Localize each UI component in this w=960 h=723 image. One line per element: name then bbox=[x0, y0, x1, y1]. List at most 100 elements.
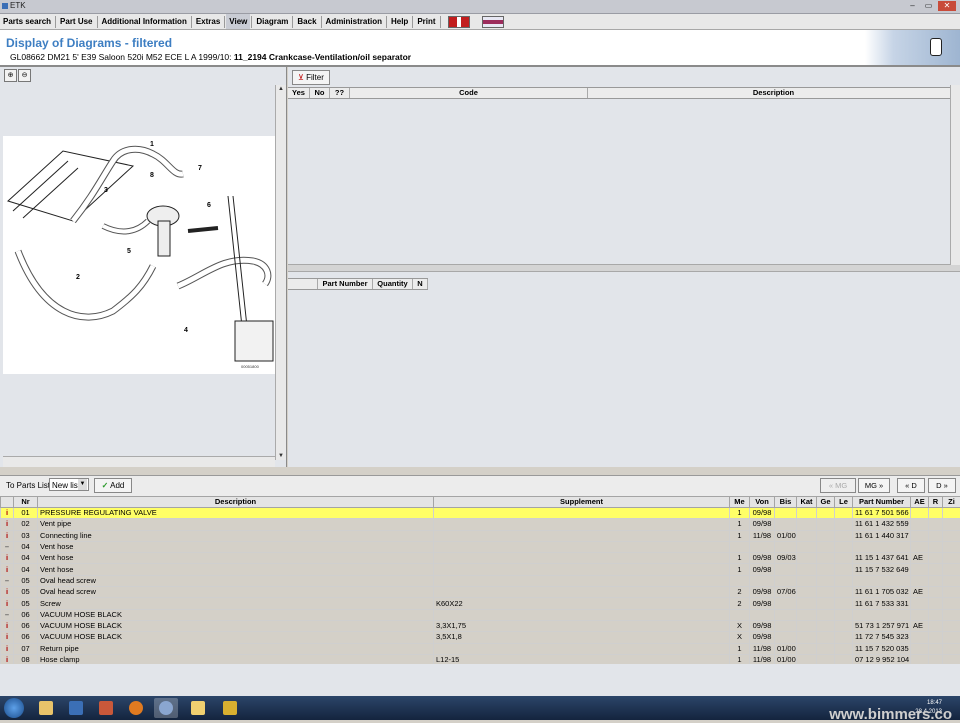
col-me[interactable]: Me bbox=[730, 497, 750, 508]
col-le[interactable]: Le bbox=[835, 497, 853, 508]
vehicle-identification-icon[interactable] bbox=[448, 16, 470, 28]
callout-4[interactable]: 4 bbox=[184, 327, 188, 334]
menu-diagram[interactable]: Diagram bbox=[253, 14, 291, 29]
table-row[interactable]: i02Vent pipe109/9811 61 1 432 559 bbox=[1, 519, 960, 530]
col-description[interactable]: Description bbox=[38, 497, 434, 508]
col-nr[interactable]: Nr bbox=[14, 497, 38, 508]
col-n[interactable]: N bbox=[413, 279, 428, 289]
close-button[interactable]: ✕ bbox=[938, 1, 956, 11]
col-kat[interactable]: Kat bbox=[797, 497, 817, 508]
taskbar-tis-icon[interactable] bbox=[64, 698, 88, 718]
col-description[interactable]: Description bbox=[588, 88, 960, 98]
next-mg-button[interactable]: MG » bbox=[858, 478, 890, 493]
callout-1[interactable]: 1 bbox=[150, 141, 154, 148]
menu-parts-search[interactable]: Parts search bbox=[0, 14, 54, 29]
cell-ge bbox=[817, 632, 835, 643]
zoom-out-icon[interactable]: ⊖ bbox=[18, 69, 31, 82]
cell-me: 2 bbox=[730, 598, 750, 609]
menu-part-use[interactable]: Part Use bbox=[57, 14, 95, 29]
cell-supp bbox=[434, 609, 730, 620]
cell-von bbox=[750, 609, 775, 620]
cell-kat bbox=[797, 632, 817, 643]
maximize-button[interactable]: ▭ bbox=[922, 1, 935, 11]
callout-2[interactable]: 2 bbox=[76, 274, 80, 281]
cell-desc: Return pipe bbox=[38, 643, 434, 654]
table-row[interactable]: i07Return pipe111/9801/0011 15 7 520 035 bbox=[1, 643, 960, 654]
col-r[interactable]: R bbox=[929, 497, 943, 508]
info-icon[interactable]: i bbox=[1, 598, 14, 609]
taskbar-etk-icon[interactable] bbox=[154, 698, 178, 718]
col-code[interactable]: Code bbox=[350, 88, 588, 98]
col-zi[interactable]: Zi bbox=[943, 497, 960, 508]
col-ae[interactable]: AE bbox=[911, 497, 929, 508]
prev-d-button[interactable]: « D bbox=[897, 478, 925, 493]
col-part-number[interactable]: Part Number bbox=[853, 497, 911, 508]
menu-view[interactable]: View bbox=[226, 14, 250, 29]
taskbar-explorer-icon[interactable] bbox=[34, 698, 58, 718]
menu-additional-information[interactable]: Additional Information bbox=[99, 14, 190, 29]
info-icon[interactable]: i bbox=[1, 587, 14, 598]
table-row[interactable]: i04Vent hose109/9811 15 7 532 649 bbox=[1, 564, 960, 575]
pane-splitter[interactable] bbox=[288, 264, 960, 272]
zoom-in-icon[interactable]: ⊕ bbox=[4, 69, 17, 82]
menu-administration[interactable]: Administration bbox=[323, 14, 385, 29]
col-part-number[interactable]: Part Number bbox=[318, 279, 373, 289]
info-icon[interactable]: i bbox=[1, 553, 14, 564]
info-icon[interactable]: i bbox=[1, 620, 14, 631]
info-icon[interactable]: i bbox=[1, 530, 14, 541]
taskbar-app-icon[interactable] bbox=[94, 698, 118, 718]
car-select-icon[interactable] bbox=[482, 16, 504, 28]
taskbar-tool-icon[interactable] bbox=[218, 698, 242, 718]
menu-extras[interactable]: Extras bbox=[193, 14, 223, 29]
callout-5[interactable]: 5 bbox=[127, 248, 131, 255]
filter-button[interactable]: ⊻ Filter bbox=[292, 70, 330, 85]
menu-back[interactable]: Back bbox=[294, 14, 319, 29]
col-bis[interactable]: Bis bbox=[775, 497, 797, 508]
info-icon[interactable]: i bbox=[1, 519, 14, 530]
info-icon[interactable]: i bbox=[1, 632, 14, 643]
col-quantity[interactable]: Quantity bbox=[373, 279, 413, 289]
callout-7[interactable]: 7 bbox=[198, 165, 202, 172]
col-von[interactable]: Von bbox=[750, 497, 775, 508]
minimize-button[interactable]: – bbox=[906, 1, 919, 11]
diagram-vertical-scrollbar[interactable]: ▲▼ bbox=[275, 85, 286, 460]
taskbar-notes-icon[interactable] bbox=[186, 698, 210, 718]
table-row[interactable]: i01PRESSURE REGULATING VALVE109/9811 61 … bbox=[1, 508, 960, 519]
add-button[interactable]: ✓ Add bbox=[94, 478, 132, 493]
next-d-button[interactable]: D » bbox=[928, 478, 956, 493]
collapse-icon[interactable]: – bbox=[1, 541, 14, 552]
col-supplement[interactable]: Supplement bbox=[434, 497, 730, 508]
code-grid-scrollbar[interactable] bbox=[950, 85, 960, 265]
table-row[interactable]: –05Oval head screw bbox=[1, 575, 960, 586]
start-button[interactable] bbox=[4, 698, 24, 718]
col-no[interactable]: No bbox=[310, 88, 330, 98]
prev-mg-button[interactable]: « MG bbox=[820, 478, 856, 493]
callout-8[interactable]: 8 bbox=[150, 172, 154, 179]
table-row[interactable]: –06VACUUM HOSE BLACK bbox=[1, 609, 960, 620]
collapse-icon[interactable]: – bbox=[1, 609, 14, 620]
menu-help[interactable]: Help bbox=[388, 14, 411, 29]
diagram-horizontal-scrollbar[interactable] bbox=[3, 456, 275, 467]
table-row[interactable]: i05ScrewK60X22209/9811 61 7 533 331 bbox=[1, 598, 960, 609]
col-yes[interactable]: Yes bbox=[288, 88, 310, 98]
table-row[interactable]: i05Oval head screw209/9807/0611 61 1 705… bbox=[1, 587, 960, 598]
col-ge[interactable]: Ge bbox=[817, 497, 835, 508]
collapse-icon[interactable]: – bbox=[1, 575, 14, 586]
table-row[interactable]: i06VACUUM HOSE BLACK3,3X1,75X09/9851 73 … bbox=[1, 620, 960, 631]
menu-print[interactable]: Print bbox=[414, 14, 438, 29]
taskbar-firefox-icon[interactable] bbox=[124, 698, 148, 718]
callout-6[interactable]: 6 bbox=[207, 202, 211, 209]
parts-diagram[interactable]: 1 2 3 4 5 6 7 8 00051800 bbox=[3, 136, 275, 374]
parts-list-select[interactable]: New list▼ bbox=[49, 478, 89, 491]
cell-von: 09/98 bbox=[750, 564, 775, 575]
info-icon[interactable]: i bbox=[1, 564, 14, 575]
info-icon[interactable]: i bbox=[1, 508, 14, 519]
callout-3[interactable]: 3 bbox=[104, 187, 108, 194]
table-row[interactable]: i06VACUUM HOSE BLACK3,5X1,8X09/9811 72 7… bbox=[1, 632, 960, 643]
col-unknown[interactable]: ?? bbox=[330, 88, 350, 98]
table-row[interactable]: –04Vent hose bbox=[1, 541, 960, 552]
table-row[interactable]: i04Vent hose109/9809/0311 15 1 437 641AE bbox=[1, 553, 960, 564]
info-icon[interactable]: i bbox=[1, 643, 14, 654]
cell-pn: 11 61 1 432 559 bbox=[853, 519, 911, 530]
table-row[interactable]: i03Connecting line111/9801/0011 61 1 440… bbox=[1, 530, 960, 541]
